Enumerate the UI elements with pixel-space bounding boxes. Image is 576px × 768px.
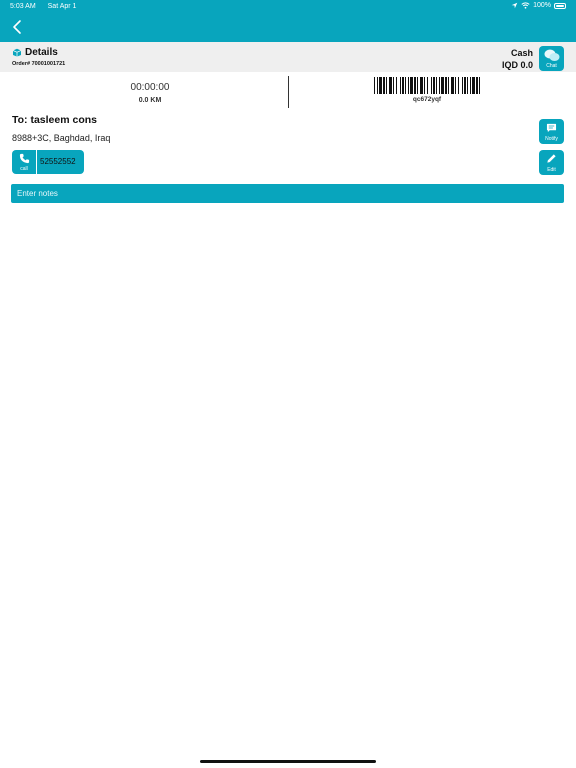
call-label: call bbox=[20, 166, 28, 172]
home-indicator bbox=[200, 760, 376, 763]
barcode-image bbox=[374, 77, 480, 94]
barcode-bar bbox=[400, 77, 401, 94]
barcode-bar bbox=[402, 77, 404, 94]
phone-number: 52552552 bbox=[40, 157, 76, 166]
barcode-bar bbox=[420, 77, 423, 94]
barcode-bar bbox=[448, 77, 449, 94]
trip-distance: 0.0 KM bbox=[138, 97, 162, 104]
details-bar bbox=[0, 42, 576, 72]
order-number: Order# 70001001721 bbox=[12, 61, 66, 67]
barcode-bar bbox=[464, 77, 466, 94]
status-time: 5:03 AM bbox=[10, 3, 36, 10]
barcode-bar bbox=[396, 77, 397, 94]
message-icon bbox=[546, 123, 557, 133]
barcode-bar bbox=[405, 77, 406, 94]
chat-button[interactable]: Chat bbox=[539, 46, 564, 71]
back-button[interactable] bbox=[10, 18, 26, 36]
payment-method: Cash bbox=[510, 48, 533, 58]
battery-percent: 100% bbox=[533, 2, 551, 9]
barcode-bar bbox=[379, 77, 382, 94]
barcode-bar bbox=[417, 77, 418, 94]
chevron-left-icon bbox=[13, 20, 21, 34]
barcode-bar bbox=[389, 77, 392, 94]
barcode-bar bbox=[424, 77, 425, 94]
barcode-bar bbox=[436, 77, 437, 94]
barcode-bar bbox=[414, 77, 416, 94]
barcode-bar bbox=[462, 77, 463, 94]
barcode-bar bbox=[427, 77, 428, 94]
barcode-bar bbox=[431, 77, 432, 94]
barcode-bar bbox=[439, 77, 440, 94]
barcode-bar bbox=[479, 77, 480, 94]
barcode-bar bbox=[386, 77, 387, 94]
phone-icon bbox=[19, 153, 29, 164]
status-bar-left: 5:03 AM Sat Apr 1 bbox=[10, 3, 76, 10]
status-date: Sat Apr 1 bbox=[47, 3, 77, 10]
barcode-bar bbox=[433, 77, 435, 94]
top-bar: 5:03 AM Sat Apr 1 100% bbox=[0, 0, 576, 42]
tracking-divider bbox=[288, 76, 289, 108]
chat-label: Chat bbox=[546, 63, 557, 69]
notify-label: Notify bbox=[545, 136, 558, 142]
barcode-bar bbox=[383, 77, 385, 94]
wifi-icon bbox=[521, 2, 530, 9]
battery-icon bbox=[554, 2, 566, 9]
barcode-bar bbox=[393, 77, 394, 94]
chat-bubbles-icon bbox=[544, 49, 559, 61]
barcode-text: qc672yqf bbox=[412, 96, 442, 103]
notes-input[interactable] bbox=[11, 184, 564, 203]
trip-timer: 00:00:00 bbox=[130, 82, 170, 93]
barcode-bar bbox=[410, 77, 413, 94]
barcode-bar bbox=[441, 77, 444, 94]
barcode-bar bbox=[470, 77, 471, 94]
barcode-bar bbox=[467, 77, 468, 94]
barcode-bar bbox=[458, 77, 459, 94]
notify-button[interactable]: Notify bbox=[539, 119, 564, 144]
barcode-bar bbox=[377, 77, 378, 94]
barcode-bar bbox=[451, 77, 454, 94]
barcode-bar bbox=[445, 77, 447, 94]
payment-amount: IQD 0.0 bbox=[501, 60, 533, 70]
call-button[interactable]: call bbox=[12, 150, 36, 174]
package-icon bbox=[12, 48, 22, 57]
recipient-address: 8988+3C, Baghdad, Iraq bbox=[12, 133, 111, 143]
barcode-bar bbox=[455, 77, 456, 94]
details-heading: Details bbox=[12, 47, 58, 58]
barcode-bar bbox=[408, 77, 409, 94]
status-bar-right: 100% bbox=[511, 2, 566, 9]
recipient-name: To: tasleem cons bbox=[12, 114, 97, 126]
pencil-icon bbox=[547, 154, 556, 163]
barcode-bar bbox=[472, 77, 475, 94]
location-arrow-icon bbox=[511, 2, 518, 9]
order-details-screen: 5:03 AM Sat Apr 1 100% Details Order# 70… bbox=[0, 0, 576, 768]
barcode-bar bbox=[476, 77, 478, 94]
details-title: Details bbox=[25, 47, 58, 58]
barcode-bar bbox=[374, 77, 375, 94]
phone-number-button[interactable]: 52552552 bbox=[37, 150, 84, 174]
edit-button[interactable]: Edit bbox=[539, 150, 564, 175]
edit-label: Edit bbox=[547, 167, 556, 173]
